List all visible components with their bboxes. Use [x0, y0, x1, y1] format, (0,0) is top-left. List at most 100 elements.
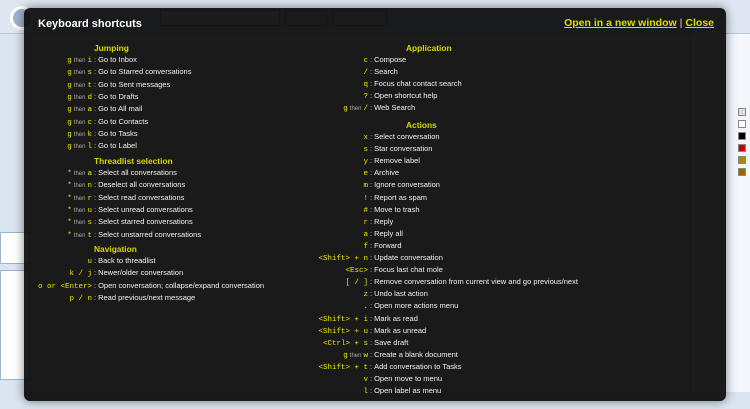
- shortcut-row: l: Open label as menu: [254, 385, 441, 397]
- shortcut-description: Mark as read: [374, 313, 418, 323]
- background-swatch: [738, 144, 746, 152]
- shortcut-key: *: [67, 219, 72, 228]
- shortcut-key: u: [87, 206, 92, 215]
- shortcut-key: [ / ]: [345, 279, 368, 288]
- shortcut-key: s: [363, 146, 368, 155]
- shortcut-key: *: [67, 206, 72, 215]
- shortcut-description: Open label as menu: [374, 386, 442, 396]
- shortcut-description: Select conversation: [374, 132, 440, 141]
- colon-separator: :: [94, 104, 97, 114]
- background-swatch: [738, 168, 746, 176]
- shortcut-description: Select unstarred conversations: [98, 229, 202, 239]
- colon-separator: :: [370, 180, 373, 190]
- colon-separator: :: [370, 337, 373, 347]
- then-label: then: [73, 183, 86, 190]
- shortcut-key: r: [87, 194, 92, 203]
- shortcut-row: u: Back to threadlist: [24, 255, 155, 268]
- colon-separator: :: [94, 192, 97, 202]
- shortcut-key: c: [363, 57, 368, 65]
- open-in-new-window-link[interactable]: Open in a new window: [564, 17, 677, 29]
- shortcut-key: v: [363, 376, 368, 384]
- shortcut-keys: g then i: [24, 55, 92, 67]
- shortcut-description: Open shortcut help: [374, 91, 438, 100]
- colon-separator: :: [94, 67, 97, 77]
- shortcut-key: e: [363, 170, 368, 179]
- then-label: then: [73, 70, 86, 77]
- colon-separator: :: [94, 79, 97, 89]
- colon-separator: :: [94, 256, 97, 265]
- shortcut-key: t: [87, 231, 92, 240]
- shortcut-key: <Ctrl> + s: [322, 339, 368, 348]
- background-swatch: [738, 132, 746, 140]
- shortcut-key: <Shift> + t: [318, 363, 368, 372]
- shortcut-row: g then d: Go to Drafts: [24, 91, 138, 104]
- shortcut-key: l: [87, 143, 92, 152]
- shortcut-row: k / j: Newer/older conversation: [24, 267, 183, 279]
- colon-separator: :: [94, 229, 97, 239]
- colon-separator: :: [370, 216, 373, 226]
- shortcut-description: Compose: [374, 55, 407, 64]
- shortcut-key: /: [363, 105, 368, 113]
- then-label: then: [73, 171, 86, 177]
- shortcut-description: Select all conversations: [98, 168, 177, 177]
- then-label: then: [73, 131, 86, 138]
- shortcut-description: Reply all: [374, 228, 403, 238]
- shortcut-row: g then /: Web Search: [254, 102, 415, 114]
- shortcut-row: * then r: Select read conversations: [24, 192, 184, 204]
- shortcut-key: *: [67, 231, 72, 240]
- shortcut-row: #: Move to trash: [254, 204, 420, 216]
- close-link[interactable]: Close: [685, 17, 714, 29]
- overlay-links: Open in a new window | Close: [564, 17, 714, 29]
- colon-separator: :: [370, 253, 373, 262]
- colon-separator: :: [94, 268, 97, 278]
- section-title: Threadlist selection: [94, 156, 173, 166]
- colon-separator: :: [370, 192, 373, 202]
- shortcut-row: .: Open more actions menu: [254, 300, 458, 312]
- colon-separator: :: [370, 349, 373, 359]
- shortcut-key: l: [363, 388, 368, 397]
- shortcut-row: ?: Open shortcut help: [254, 90, 437, 102]
- colon-separator: :: [370, 168, 373, 178]
- shortcut-keys: g then c: [24, 117, 92, 129]
- colon-separator: :: [370, 313, 373, 323]
- shortcut-key: q: [363, 81, 368, 89]
- shortcut-description: Select starred conversations: [98, 217, 193, 227]
- shortcut-keys: g then t: [24, 80, 92, 92]
- shortcut-key: g: [67, 81, 72, 90]
- colon-separator: :: [94, 292, 97, 302]
- shortcut-row: g then w: Create a blank document: [254, 349, 458, 361]
- shortcut-keys: g then l: [24, 141, 92, 153]
- shortcut-row: g then c: Go to Contacts: [24, 116, 148, 128]
- shortcut-key: d: [87, 93, 92, 102]
- then-label: then: [73, 82, 86, 89]
- shortcut-key: g: [343, 105, 348, 113]
- keyboard-shortcuts-overlay: Keyboard shortcuts Open in a new window |…: [24, 8, 726, 401]
- shortcut-description: Go to Starred conversations: [98, 67, 192, 77]
- shortcut-key: a: [87, 170, 92, 178]
- shortcut-row: g then a: Go to All mail: [24, 103, 142, 115]
- shortcut-row: y: Remove label: [254, 155, 419, 167]
- shortcut-description: Undo last action: [374, 289, 428, 299]
- shortcut-description: Mark as unread: [374, 325, 427, 335]
- shortcut-row: e: Archive: [254, 167, 399, 179]
- section-title: Navigation: [94, 244, 137, 254]
- colon-separator: :: [370, 91, 373, 100]
- shortcut-keys: * then u: [24, 205, 92, 217]
- colon-separator: :: [370, 103, 373, 112]
- shortcut-key: m: [363, 182, 368, 191]
- shortcut-key: k: [87, 130, 92, 139]
- shortcut-description: Archive: [374, 168, 400, 178]
- shortcut-key: p / n: [69, 294, 92, 303]
- shortcut-description: Move to trash: [374, 204, 420, 214]
- colon-separator: :: [94, 180, 97, 190]
- colon-separator: :: [370, 374, 373, 383]
- shortcut-row: <Shift> + u: Mark as unread: [254, 325, 426, 337]
- shortcut-row: x: Select conversation: [254, 131, 440, 143]
- shortcut-keys: g then d: [24, 92, 92, 104]
- shortcut-key: c: [87, 118, 92, 127]
- colon-separator: :: [370, 132, 373, 141]
- then-label: then: [73, 94, 86, 101]
- shortcut-row: a: Reply all: [254, 228, 403, 240]
- shortcut-keys: u: [24, 256, 92, 268]
- colon-separator: :: [94, 204, 97, 214]
